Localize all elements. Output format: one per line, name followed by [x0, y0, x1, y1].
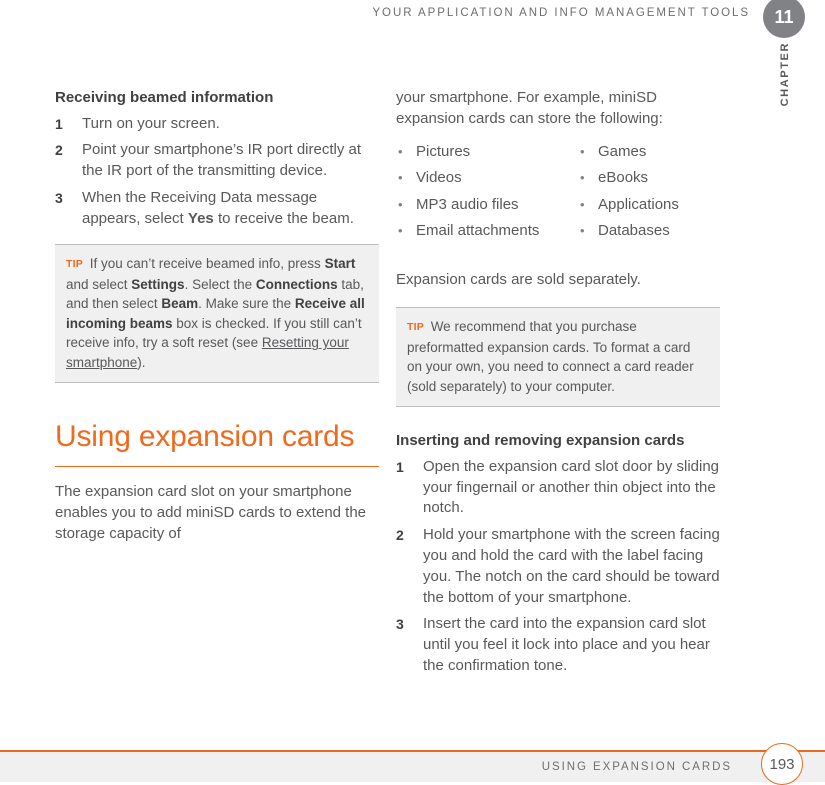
- step-number: 3: [396, 616, 404, 633]
- chapter-tab: 11 CHAPTER: [755, 0, 815, 126]
- tip-bold-settings: Settings: [131, 276, 185, 292]
- list-item: 3 When the Receiving Data message appears…: [55, 188, 379, 230]
- list-item: Email attachments: [396, 218, 578, 245]
- list-item: Videos: [396, 165, 578, 192]
- storage-types-column-b: Games eBooks Applications Databases: [578, 139, 720, 245]
- left-column: Receiving beamed information 1 Turn on yo…: [55, 88, 379, 554]
- step-text: Open the expansion card slot door by sli…: [423, 457, 720, 517]
- tip-box-preformatted-cards: TIP We recommend that you purchase prefo…: [396, 307, 720, 408]
- tip-label: TIP: [66, 258, 83, 271]
- list-item: Games: [578, 139, 720, 166]
- step-number: 1: [396, 458, 404, 475]
- step-text: Turn on your screen.: [82, 114, 220, 132]
- page-footer: USING EXPANSION CARDS 193: [0, 743, 825, 785]
- page-title: Using expansion cards: [55, 420, 355, 454]
- tip-segment: and select: [66, 276, 132, 292]
- list-item: 2 Hold your smartphone with the screen fa…: [396, 525, 720, 608]
- chapter-label: CHAPTER: [755, 42, 815, 122]
- step-number: 1: [55, 115, 63, 132]
- tip-segment: If you can’t receive beamed info, press: [85, 256, 325, 272]
- expansion-card-intro-paragraph: The expansion card slot on your smartpho…: [55, 483, 367, 543]
- step-text: Insert the card into the expansion card …: [423, 615, 710, 675]
- step-text-post: to receive the beam.: [213, 209, 354, 227]
- right-column: your smartphone. For example, miniSD exp…: [396, 88, 720, 683]
- intro-continuation-paragraph: your smartphone. For example, miniSD exp…: [396, 89, 663, 127]
- storage-types-bullet-group: Pictures Videos MP3 audio files Email at…: [396, 139, 720, 245]
- tip-segment: . Make sure the: [198, 296, 295, 312]
- list-item: eBooks: [578, 165, 720, 192]
- list-item: Databases: [578, 218, 720, 245]
- tip-segment: ).: [137, 354, 146, 370]
- list-item: 3 Insert the card into the expansion card…: [396, 614, 720, 676]
- tip-label: TIP: [407, 321, 424, 334]
- tip-text: We recommend that you purchase preformat…: [407, 319, 694, 394]
- list-item: 1 Turn on your screen.: [55, 114, 379, 135]
- step-text-bold: Yes: [187, 209, 214, 227]
- footer-section-title: USING EXPANSION CARDS: [541, 761, 732, 773]
- tip-box-beam: TIP If you can’t receive beamed info, pr…: [55, 244, 379, 384]
- step-number: 2: [55, 142, 63, 159]
- step-text: Point your smartphone’s IR port directly…: [82, 141, 362, 180]
- chapter-number-badge: 11: [763, 0, 805, 38]
- tip-bold-connections: Connections: [255, 276, 338, 292]
- inserting-removing-heading: Inserting and removing expansion cards: [396, 432, 685, 450]
- list-item: Applications: [578, 192, 720, 219]
- step-number: 3: [55, 189, 63, 206]
- inserting-removing-steps-list: 1 Open the expansion card slot door by sl…: [396, 457, 720, 677]
- list-item: Pictures: [396, 139, 578, 166]
- sold-separately-paragraph: Expansion cards are sold separately.: [396, 270, 641, 288]
- tip-segment: . Select the: [184, 276, 256, 292]
- section-divider: [55, 466, 379, 468]
- list-item: 2 Point your smartphone’s IR port directl…: [55, 140, 379, 182]
- tip-bold-beam: Beam: [161, 296, 199, 312]
- list-item: MP3 audio files: [396, 192, 578, 219]
- receiving-beamed-steps-list: 1 Turn on your screen. 2 Point your smartp…: [55, 114, 379, 230]
- step-text: Hold your smartphone with the screen fac…: [423, 526, 720, 606]
- page-number-badge: 193: [761, 743, 803, 785]
- receiving-beamed-information-heading: Receiving beamed information: [55, 89, 274, 106]
- step-number: 2: [396, 527, 404, 544]
- storage-types-column-a: Pictures Videos MP3 audio files Email at…: [396, 139, 578, 245]
- chapter-label-text: CHAPTER: [779, 42, 791, 107]
- running-head: YOUR APPLICATION AND INFO MANAGEMENT TOO…: [372, 7, 750, 19]
- tip-bold-start: Start: [324, 256, 356, 272]
- list-item: 1 Open the expansion card slot door by sl…: [396, 457, 720, 519]
